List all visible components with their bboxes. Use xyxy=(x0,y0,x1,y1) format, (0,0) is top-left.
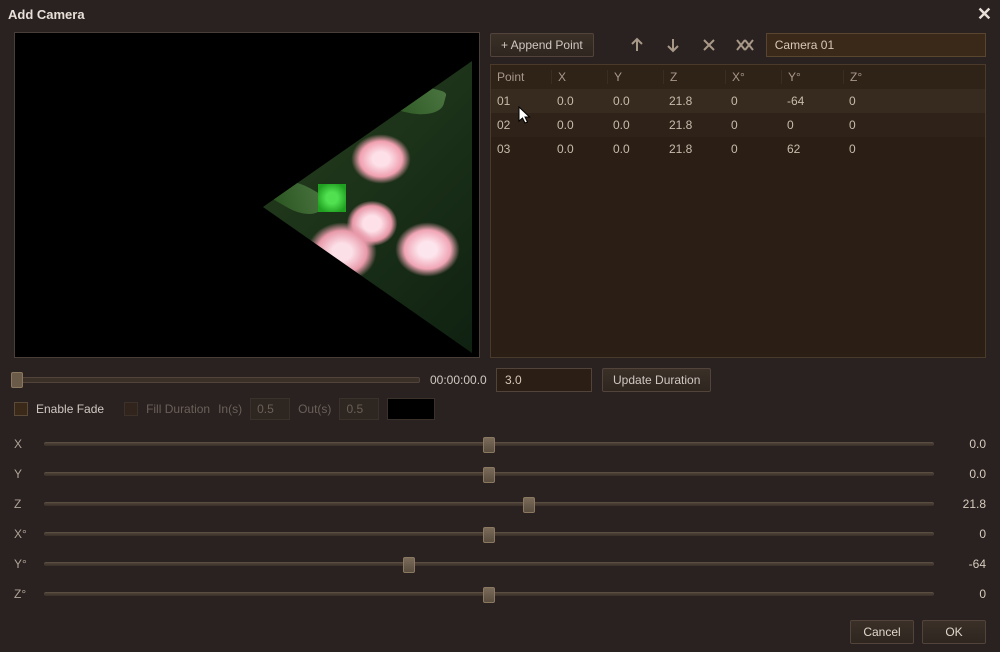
col-y[interactable]: Y xyxy=(607,70,663,84)
slider-thumb[interactable] xyxy=(403,557,415,573)
fade-row: Enable Fade Fill Duration In(s) Out(s) xyxy=(0,392,1000,426)
timecode-label: 00:00:00.0 xyxy=(430,373,486,387)
slider-thumb[interactable] xyxy=(483,467,495,483)
update-duration-button[interactable]: Update Duration xyxy=(602,368,711,392)
table-row[interactable]: 030.00.021.80620 xyxy=(491,137,985,161)
col-point[interactable]: Point xyxy=(491,70,551,84)
slider-label: X° xyxy=(14,527,34,541)
slider-label: X xyxy=(14,437,34,451)
ok-button[interactable]: OK xyxy=(922,620,986,644)
delete-all-icon[interactable] xyxy=(730,33,760,57)
slider-thumb[interactable] xyxy=(483,437,495,453)
slider-row-Y: Y 0.0 xyxy=(14,464,986,484)
footer-buttons: Cancel OK xyxy=(0,612,1000,652)
slider-track[interactable] xyxy=(44,532,934,536)
cell-x: 0.0 xyxy=(551,94,607,108)
slider-thumb[interactable] xyxy=(483,587,495,603)
slider-track[interactable] xyxy=(44,562,934,566)
table-row[interactable]: 020.00.021.8000 xyxy=(491,113,985,137)
points-table-header: Point X Y Z X° Y° Z° xyxy=(491,65,985,89)
slider-label: Y xyxy=(14,467,34,481)
cell-yd: 0 xyxy=(781,118,843,132)
fade-color-swatch[interactable] xyxy=(387,398,435,420)
slider-label: Y° xyxy=(14,557,34,571)
append-point-button[interactable]: + Append Point xyxy=(490,33,594,57)
slider-value: 0 xyxy=(944,587,986,601)
cell-z: 21.8 xyxy=(663,142,725,156)
points-toolbar: + Append Point xyxy=(490,32,986,58)
cell-point: 01 xyxy=(491,94,551,108)
cell-xd: 0 xyxy=(725,118,781,132)
slider-value: 0.0 xyxy=(944,437,986,451)
slider-track[interactable] xyxy=(44,502,934,506)
slider-track[interactable] xyxy=(44,592,934,596)
cell-zd: 0 xyxy=(843,118,899,132)
cell-y: 0.0 xyxy=(607,142,663,156)
slider-row-Y°: Y° -64 xyxy=(14,554,986,574)
slider-label: Z xyxy=(14,497,34,511)
enable-fade-checkbox[interactable] xyxy=(14,402,28,416)
slider-row-Z°: Z° 0 xyxy=(14,584,986,604)
fade-in-label: In(s) xyxy=(218,402,242,416)
cell-x: 0.0 xyxy=(551,142,607,156)
timeline-thumb[interactable] xyxy=(11,372,23,388)
title-bar: Add Camera ✕ xyxy=(0,0,1000,28)
col-yd[interactable]: Y° xyxy=(781,70,843,84)
cell-zd: 0 xyxy=(843,142,899,156)
add-camera-dialog: Add Camera ✕ + Append P xyxy=(0,0,1000,650)
camera-name-input[interactable] xyxy=(766,33,986,57)
right-panel: + Append Point Point xyxy=(490,32,986,358)
timeline-slider[interactable] xyxy=(14,377,420,383)
cell-z: 21.8 xyxy=(663,118,725,132)
slider-track[interactable] xyxy=(44,442,934,446)
col-x[interactable]: X xyxy=(551,70,607,84)
duration-input[interactable] xyxy=(496,368,592,392)
cell-yd: 62 xyxy=(781,142,843,156)
timeline-row: 00:00:00.0 Update Duration xyxy=(0,368,1000,392)
fill-duration-label: Fill Duration xyxy=(146,402,210,416)
slider-value: -64 xyxy=(944,557,986,571)
cell-yd: -64 xyxy=(781,94,843,108)
cell-y: 0.0 xyxy=(607,94,663,108)
slider-row-X: X 0.0 xyxy=(14,434,986,454)
points-table: Point X Y Z X° Y° Z° 010.00.021.80-64002… xyxy=(490,64,986,358)
slider-value: 0 xyxy=(944,527,986,541)
slider-thumb[interactable] xyxy=(483,527,495,543)
cell-point: 02 xyxy=(491,118,551,132)
close-icon[interactable]: ✕ xyxy=(977,4,992,25)
fill-duration-checkbox xyxy=(124,402,138,416)
cancel-button[interactable]: Cancel xyxy=(850,620,914,644)
slider-row-Z: Z 21.8 xyxy=(14,494,986,514)
cell-y: 0.0 xyxy=(607,118,663,132)
cell-z: 21.8 xyxy=(663,94,725,108)
sliders-panel: X 0.0 Y 0.0 Z 21.8 X° 0 Y° -64 Z° 0 xyxy=(0,426,1000,612)
slider-track[interactable] xyxy=(44,472,934,476)
preview-image xyxy=(263,61,480,353)
slider-value: 21.8 xyxy=(944,497,986,511)
cell-x: 0.0 xyxy=(551,118,607,132)
move-up-icon[interactable] xyxy=(622,33,652,57)
fade-out-input xyxy=(339,398,379,420)
cell-point: 03 xyxy=(491,142,551,156)
table-row[interactable]: 010.00.021.80-640 xyxy=(491,89,985,113)
move-down-icon[interactable] xyxy=(658,33,688,57)
cell-xd: 0 xyxy=(725,142,781,156)
slider-thumb[interactable] xyxy=(523,497,535,513)
fade-in-input xyxy=(250,398,290,420)
enable-fade-label: Enable Fade xyxy=(36,402,104,416)
fade-out-label: Out(s) xyxy=(298,402,331,416)
slider-value: 0.0 xyxy=(944,467,986,481)
camera-preview[interactable] xyxy=(14,32,480,358)
cell-zd: 0 xyxy=(843,94,899,108)
col-xd[interactable]: X° xyxy=(725,70,781,84)
col-zd[interactable]: Z° xyxy=(843,70,899,84)
cell-xd: 0 xyxy=(725,94,781,108)
main-area: + Append Point Point xyxy=(0,28,1000,362)
delete-one-icon[interactable] xyxy=(694,33,724,57)
slider-row-X°: X° 0 xyxy=(14,524,986,544)
window-title: Add Camera xyxy=(8,7,85,22)
slider-label: Z° xyxy=(14,587,34,601)
col-z[interactable]: Z xyxy=(663,70,725,84)
